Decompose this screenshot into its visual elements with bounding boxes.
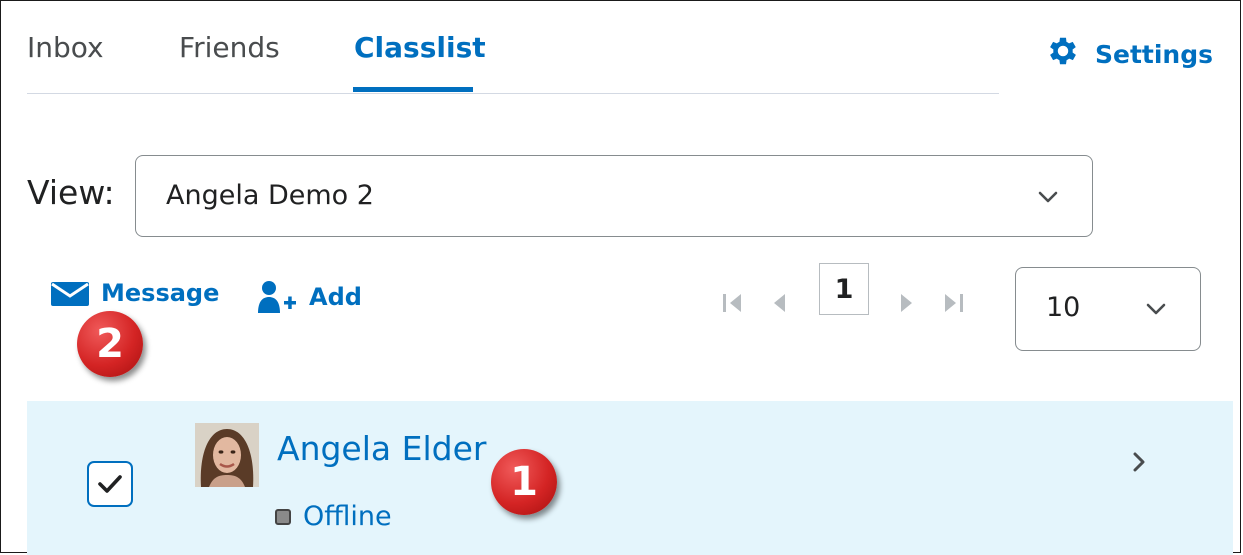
view-selected-value: Angela Demo 2 <box>166 180 374 211</box>
student-status: Offline <box>275 501 392 532</box>
annotation-badge-2: 2 <box>77 311 143 377</box>
gear-icon <box>1045 33 1081 75</box>
envelope-icon <box>51 282 89 306</box>
settings-label: Settings <box>1095 39 1214 69</box>
last-page-icon[interactable] <box>939 291 965 315</box>
view-label: View: <box>27 173 115 212</box>
message-button[interactable]: Message <box>51 279 219 307</box>
add-user-icon <box>258 281 296 313</box>
table-row: Angela Elder Offline 1 <box>27 401 1233 555</box>
annotation-badge-1: 1 <box>491 449 557 515</box>
status-indicator-icon <box>275 508 291 525</box>
previous-page-icon[interactable] <box>769 291 789 315</box>
chevron-down-icon <box>1038 191 1058 203</box>
first-page-icon[interactable] <box>721 291 747 315</box>
add-button[interactable]: Add <box>257 279 362 315</box>
per-page-value: 10 <box>1046 292 1081 323</box>
current-page-indicator[interactable]: 1 <box>819 263 869 315</box>
status-label: Offline <box>303 501 392 532</box>
view-select[interactable]: Angela Demo 2 <box>135 155 1093 237</box>
chevron-right-icon[interactable] <box>1127 449 1151 475</box>
settings-button[interactable]: Settings <box>1045 33 1213 75</box>
checkmark-icon <box>98 475 122 493</box>
active-tab-indicator <box>353 87 473 92</box>
add-label: Add <box>309 283 362 311</box>
chevron-down-icon <box>1146 303 1166 315</box>
tab-friends[interactable]: Friends <box>179 31 280 64</box>
next-page-icon[interactable] <box>897 291 917 315</box>
per-page-select[interactable]: 10 <box>1015 267 1201 351</box>
student-name-link[interactable]: Angela Elder <box>277 429 486 468</box>
tab-inbox[interactable]: Inbox <box>27 31 104 64</box>
classlist-panel: Inbox Friends Classlist Settings View: A… <box>0 0 1241 555</box>
avatar <box>195 423 259 487</box>
select-student-checkbox[interactable] <box>87 461 133 507</box>
tab-bar: Inbox Friends Classlist <box>27 1 999 94</box>
message-label: Message <box>101 279 220 307</box>
tab-classlist[interactable]: Classlist <box>354 31 486 64</box>
